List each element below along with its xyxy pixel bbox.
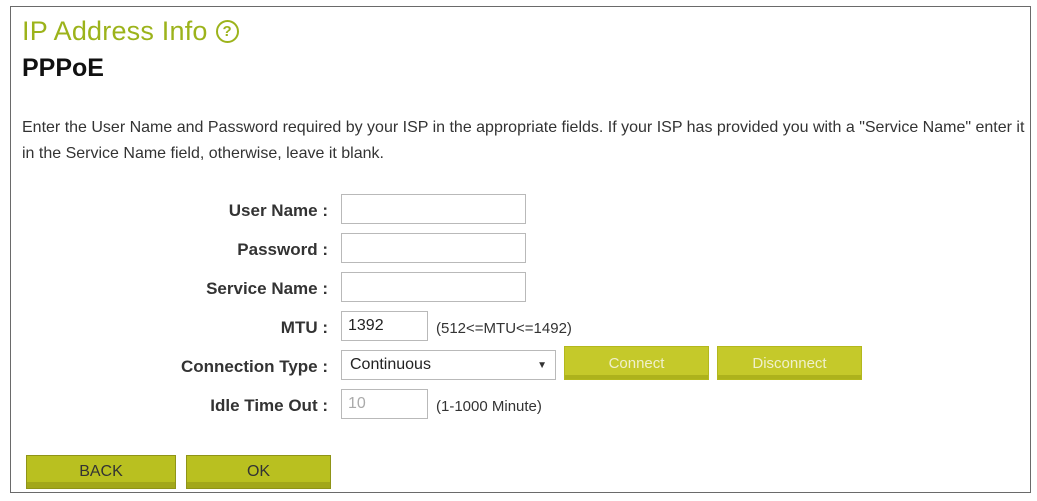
password-input[interactable] [341,233,526,263]
idle-timeout-input[interactable] [341,389,428,419]
ok-button[interactable]: OK [186,455,331,489]
service-name-label: Service Name : [206,279,328,298]
connection-type-select[interactable]: Continuous ▼ [341,350,556,380]
chevron-down-icon: ▼ [537,359,547,371]
instructions-text: Enter the User Name and Password require… [22,119,1025,162]
connection-type-value: Continuous [350,356,431,373]
service-name-input[interactable] [341,272,526,302]
page-subtitle: PPPoE [22,54,104,82]
user-name-label: User Name : [228,201,328,220]
connect-button[interactable]: Connect [564,346,709,380]
page-title-text: IP Address Info [22,16,208,46]
password-label: Password : [237,240,328,259]
back-button[interactable]: BACK [26,455,176,489]
user-name-input[interactable] [341,194,526,224]
disconnect-button[interactable]: Disconnect [717,346,862,380]
idle-timeout-hint: (1-1000 Minute) [436,398,542,415]
mtu-hint: (512<=MTU<=1492) [436,320,572,337]
help-icon[interactable]: ? [215,20,239,43]
mtu-input[interactable] [341,311,428,341]
connection-type-label: Connection Type : [180,357,328,376]
mtu-label: MTU : [280,318,328,337]
idle-timeout-label: Idle Time Out : [210,396,328,415]
page-title: IP Address Info ? [22,16,239,47]
